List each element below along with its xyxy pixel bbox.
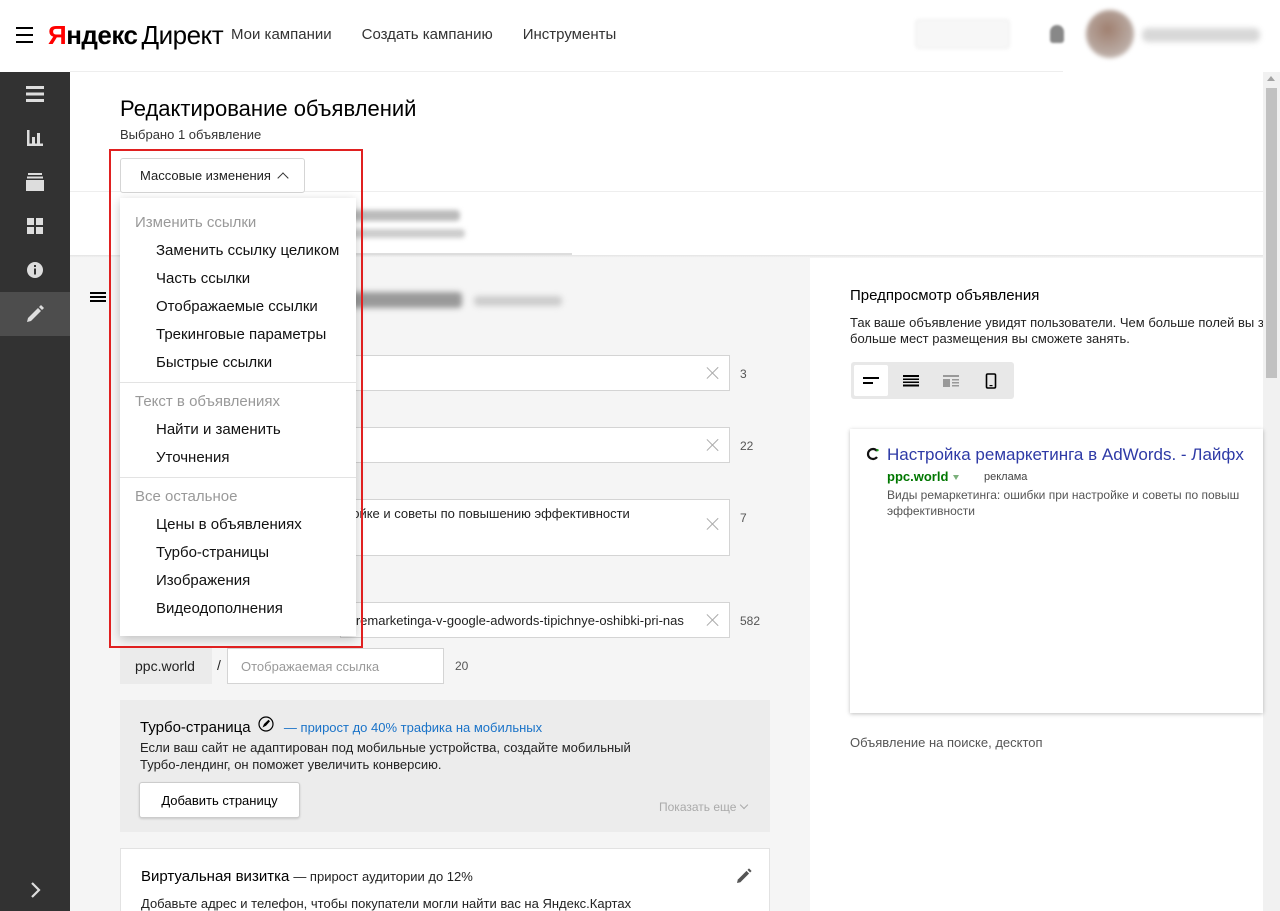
yandex-direct-logo[interactable]: Яндекс Директ — [48, 20, 224, 51]
vcard-subtitle: — прирост аудитории до 12% — [293, 869, 473, 884]
text-field-value: ройке и советы по повышению эффективност… — [345, 506, 630, 521]
ad-preview-url: ppc.world — [887, 469, 960, 484]
site-favicon-icon — [866, 447, 880, 461]
hamburger-menu-icon[interactable] — [16, 27, 33, 43]
turbo-page-section: Турбо-страница — прирост до 40% трафика … — [120, 700, 770, 832]
text-ad-icon — [90, 292, 106, 304]
domain-label: ppc.world — [120, 648, 212, 684]
preview-desc-line2: больше мест размещения вы сможете занять… — [850, 331, 1130, 346]
vcard-title: Виртуальная визитка — прирост аудитории д… — [141, 868, 473, 885]
vcard-title-text: Виртуальная визитка — [141, 868, 290, 885]
sidebar-expand-chevron-icon[interactable] — [0, 868, 70, 911]
text-field[interactable]: ройке и советы по повышению эффективност… — [340, 499, 730, 556]
url-field-value: y-remarketinga-v-google-adwords-tipichny… — [345, 613, 684, 628]
title2-field[interactable] — [340, 427, 730, 463]
sidebar-edit-icon[interactable] — [0, 292, 70, 336]
sidebar-info-icon[interactable] — [0, 248, 70, 292]
ad-preview-text: Виды ремаркетинга: ошибки при настройке … — [887, 488, 1240, 518]
turbo-promo-link[interactable]: — прирост до 40% трафика на мобильных — [284, 720, 542, 735]
view-full-icon[interactable] — [894, 365, 928, 396]
ad-id-blurred — [474, 296, 562, 306]
account-balance-blurred[interactable] — [915, 19, 1010, 49]
url-dropdown-icon — [953, 475, 960, 481]
highlight-frame — [109, 149, 363, 648]
username-blurred[interactable] — [1142, 28, 1260, 42]
preview-title: Предпросмотр объявления — [850, 287, 1040, 304]
path-separator: / — [217, 657, 221, 673]
header-divider — [70, 71, 1063, 72]
vcard-description: Добавьте адрес и телефон, чтобы покупате… — [141, 896, 632, 911]
display-link-input[interactable]: Отображаемая ссылка — [227, 648, 444, 684]
url-field[interactable]: y-remarketinga-v-google-adwords-tipichny… — [340, 602, 730, 638]
virtual-card-section: Виртуальная визитка — прирост аудитории д… — [120, 848, 770, 911]
ad-preview-title[interactable]: Настройка ремаркетинга в AdWords. - Лайф… — [887, 445, 1244, 465]
top-navigation: Мои кампании Создать кампанию Инструмент… — [231, 26, 616, 43]
rocket-icon — [258, 716, 274, 736]
sidebar-stats-icon[interactable] — [0, 116, 70, 160]
preview-caption: Объявление на поиске, десктоп — [850, 735, 1043, 750]
preview-desc-line1: Так ваше объявление увидят пользователи.… — [850, 315, 1263, 330]
clear-icon[interactable] — [706, 366, 720, 380]
preview-description: Так ваше объявление увидят пользователи.… — [850, 315, 1263, 347]
sidebar-layers-icon[interactable] — [0, 160, 70, 204]
title2-char-count: 22 — [740, 439, 754, 453]
page-title: Редактирование объявлений — [120, 96, 417, 121]
clear-icon[interactable] — [706, 438, 720, 452]
clear-icon[interactable] — [706, 613, 720, 627]
url-char-count: 582 — [740, 614, 761, 628]
ad-label: реклама — [984, 471, 1028, 483]
top-header: Яндекс Директ Мои кампании Создать кампан… — [0, 0, 1280, 72]
scroll-thumb[interactable] — [1266, 88, 1277, 378]
text-char-count: 7 — [740, 511, 747, 525]
selected-count: Выбрано 1 объявление — [120, 127, 262, 142]
show-more-label: Показать еще — [659, 800, 737, 814]
nav-tools[interactable]: Инструменты — [523, 26, 617, 43]
notification-bell-icon[interactable] — [1050, 25, 1064, 43]
page-scrollbar[interactable] — [1263, 72, 1280, 911]
display-link-count: 20 — [455, 659, 469, 673]
view-image-icon[interactable] — [934, 365, 968, 396]
view-mobile-icon[interactable] — [974, 365, 1008, 396]
turbo-title-text: Турбо-страница — [140, 719, 251, 736]
title-char-count: 3 — [740, 367, 747, 381]
sidebar-grid-icon[interactable] — [0, 204, 70, 248]
view-short-icon[interactable] — [854, 365, 888, 396]
turbo-description: Если ваш сайт не адаптирован под мобильн… — [140, 740, 631, 772]
turbo-title: Турбо-страница — прирост до 40% трафика … — [140, 716, 542, 736]
nav-my-campaigns[interactable]: Мои кампании — [231, 26, 332, 43]
user-avatar[interactable] — [1086, 10, 1134, 58]
nav-create-campaign[interactable]: Создать кампанию — [362, 26, 493, 43]
title-field[interactable] — [340, 355, 730, 391]
clear-icon[interactable] — [706, 517, 720, 531]
add-turbo-page-button[interactable]: Добавить страницу — [139, 782, 300, 818]
left-sidebar — [0, 72, 70, 911]
logo-direct: Директ — [141, 20, 224, 50]
pencil-icon[interactable] — [735, 867, 753, 885]
preview-view-switch — [851, 362, 1014, 399]
chevron-down-icon — [740, 800, 749, 810]
ad-preview-card: Настройка ремаркетинга в AdWords. - Лайф… — [850, 429, 1263, 713]
sidebar-menu-icon[interactable] — [0, 72, 70, 116]
logo-yandex: Яндекс — [48, 20, 138, 50]
scroll-up-arrow-icon[interactable] — [1267, 76, 1275, 81]
ad-preview-url-text: ppc.world — [887, 469, 949, 484]
show-more-link[interactable]: Показать еще — [659, 800, 749, 814]
